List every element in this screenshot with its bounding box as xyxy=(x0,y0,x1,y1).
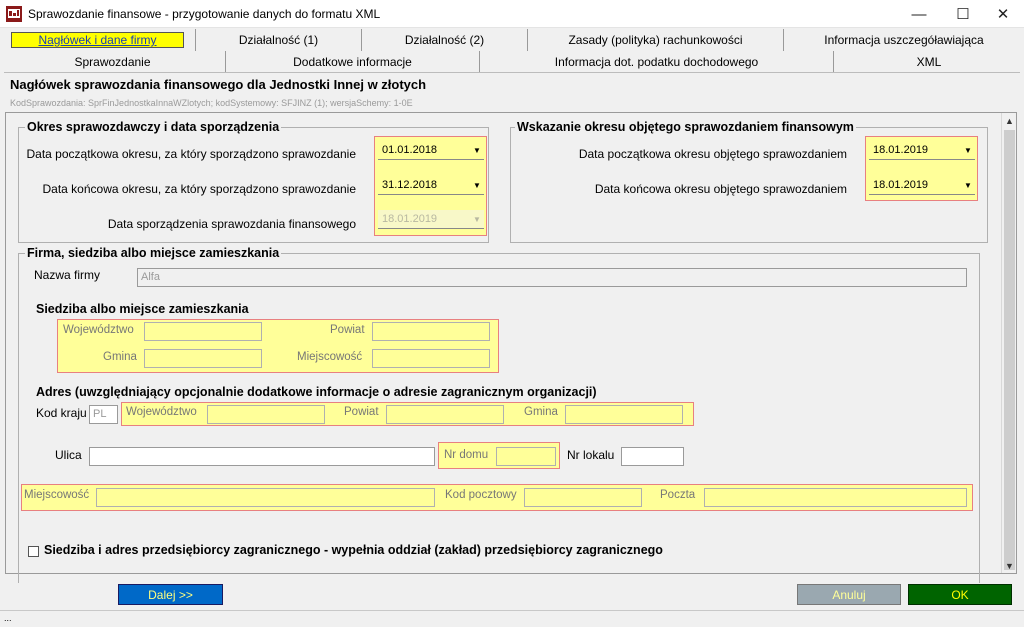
address-locality-field[interactable] xyxy=(96,488,435,507)
foreign-entrepreneur-checkbox[interactable] xyxy=(28,546,39,557)
tab-report[interactable]: Sprawozdanie xyxy=(0,51,226,73)
address-locality-label: Miejscowość xyxy=(24,489,90,501)
reporting-period-title: Okres sprawozdawczy i data sporządzenia xyxy=(25,120,282,134)
dropdown-arrow-icon[interactable]: ▼ xyxy=(961,146,975,155)
flat-number-field[interactable] xyxy=(621,447,684,466)
status-bar: ... xyxy=(0,610,1024,627)
vertical-scrollbar[interactable]: ▲ ▼ xyxy=(1001,113,1016,573)
tab-header-and-firm[interactable]: Nagłówek i dane firmy xyxy=(0,29,196,51)
close-button[interactable]: ✕ xyxy=(980,0,1024,28)
address-commune-field[interactable] xyxy=(565,405,683,424)
address-voivodeship-field[interactable] xyxy=(207,405,325,424)
window-title: Sprawozdanie finansowe - przygotowanie d… xyxy=(28,7,381,21)
post-office-field[interactable] xyxy=(704,488,967,507)
house-number-label: Nr domu xyxy=(444,449,489,461)
app-icon xyxy=(6,6,22,22)
period-end-label: Data końcowa okresu, za który sporządzon… xyxy=(42,182,357,196)
covered-end-label: Data końcowa okresu objętego sprawozdani… xyxy=(594,182,847,196)
country-code-field[interactable]: PL xyxy=(89,405,118,424)
page-title: Nagłówek sprawozdania finansowego dla Je… xyxy=(10,77,427,92)
prepared-date-label: Data sporządzenia sprawozdania finansowe… xyxy=(107,217,356,231)
prepared-date-picker: 18.01.2019 ▼ xyxy=(378,210,484,229)
firm-name-label: Nazwa firmy xyxy=(34,268,101,282)
seat-district-label: Powiat xyxy=(330,324,365,336)
postal-code-label: Kod pocztowy xyxy=(445,489,517,501)
scrollbar-thumb[interactable] xyxy=(1004,130,1015,570)
status-grip: ... xyxy=(4,613,12,623)
tab-income-tax-info[interactable]: Informacja dot. podatku dochodowego xyxy=(480,51,834,73)
post-office-label: Poczta xyxy=(660,489,696,501)
seat-voivodeship-field[interactable] xyxy=(144,322,262,341)
tab-row-2: Sprawozdanie Dodatkowe informacje Inform… xyxy=(0,51,1024,73)
tab-divider xyxy=(4,72,1020,73)
dropdown-arrow-icon[interactable]: ▼ xyxy=(961,181,975,190)
tab-additional-info[interactable]: Dodatkowe informacje xyxy=(226,51,480,73)
covered-start-date-picker[interactable]: 18.01.2019 ▼ xyxy=(869,141,975,160)
scroll-down-icon[interactable]: ▼ xyxy=(1002,558,1017,573)
firm-group-title: Firma, siedziba albo miejsce zamieszkani… xyxy=(25,246,282,260)
flat-number-label: Nr lokalu xyxy=(567,448,615,462)
seat-locality-label: Miejscowość xyxy=(297,351,363,363)
firm-name-field[interactable]: Alfa xyxy=(137,268,967,287)
covered-end-date-picker[interactable]: 18.01.2019 ▼ xyxy=(869,176,975,195)
address-title: Adres (uwzględniający opcjonalnie dodatk… xyxy=(34,385,599,399)
period-end-date-picker[interactable]: 31.12.2018 ▼ xyxy=(378,176,484,195)
seat-commune-field[interactable] xyxy=(144,349,262,368)
dropdown-arrow-icon[interactable]: ▼ xyxy=(470,181,484,190)
seat-voivodeship-label: Województwo xyxy=(63,324,134,336)
street-field[interactable] xyxy=(89,447,435,466)
ok-button[interactable]: OK xyxy=(908,584,1012,605)
period-start-date-picker[interactable]: 01.01.2018 ▼ xyxy=(378,141,484,160)
tab-activity-1[interactable]: Działalność (1) xyxy=(196,29,362,51)
cancel-button[interactable]: Anuluj xyxy=(797,584,901,605)
address-district-label: Powiat xyxy=(344,406,379,418)
house-number-field[interactable] xyxy=(496,447,556,466)
tab-detailed-information[interactable]: Informacja uszczegóławiająca xyxy=(784,29,1024,51)
address-voivodeship-label: Województwo xyxy=(126,406,197,418)
seat-commune-label: Gmina xyxy=(103,351,137,363)
tab-row-1: Nagłówek i dane firmy Działalność (1) Dz… xyxy=(0,29,1024,51)
next-button[interactable]: Dalej >> xyxy=(118,584,223,605)
dropdown-arrow-icon: ▼ xyxy=(473,214,481,224)
street-label: Ulica xyxy=(55,448,82,462)
postal-code-field[interactable] xyxy=(524,488,642,507)
address-district-field[interactable] xyxy=(386,405,504,424)
address-commune-label: Gmina xyxy=(524,406,558,418)
scroll-up-icon[interactable]: ▲ xyxy=(1002,113,1017,128)
seat-district-field[interactable] xyxy=(372,322,490,341)
period-start-label: Data początkowa okresu, za który sporząd… xyxy=(26,147,356,161)
covered-start-label: Data początkowa okresu objętego sprawozd… xyxy=(578,147,847,161)
minimize-button[interactable]: — xyxy=(896,0,942,28)
seat-title: Siedziba albo miejsce zamieszkania xyxy=(34,302,251,316)
covered-period-title: Wskazanie okresu objętego sprawozdaniem … xyxy=(515,120,856,134)
tab-xml[interactable]: XML xyxy=(834,51,1024,73)
foreign-entrepreneur-label: Siedziba i adres przedsiębiorcy zagranic… xyxy=(44,543,663,557)
tab-accounting-policy[interactable]: Zasady (polityka) rachunkowości xyxy=(528,29,784,51)
country-code-label: Kod kraju xyxy=(36,406,87,420)
tab-activity-2[interactable]: Działalność (2) xyxy=(362,29,528,51)
dropdown-arrow-icon[interactable]: ▼ xyxy=(470,146,484,155)
schema-info: KodSprawozdania: SprFinJednostkaInnaWZlo… xyxy=(10,98,413,108)
seat-locality-field[interactable] xyxy=(372,349,490,368)
